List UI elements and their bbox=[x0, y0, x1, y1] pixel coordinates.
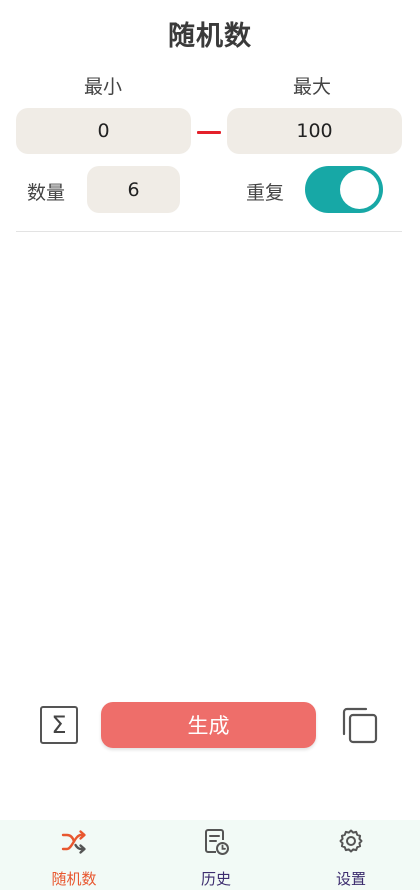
min-input[interactable]: 0 bbox=[16, 108, 191, 154]
toggle-knob bbox=[340, 170, 379, 209]
max-input[interactable]: 100 bbox=[227, 108, 402, 154]
shuffle-icon bbox=[61, 830, 86, 854]
gear-icon bbox=[339, 829, 363, 853]
copy-icon[interactable] bbox=[338, 704, 380, 746]
min-label: 最小 bbox=[84, 76, 123, 98]
results-area bbox=[16, 240, 402, 680]
history-icon bbox=[205, 829, 229, 855]
tab-random-label: 随机数 bbox=[51, 870, 97, 888]
bottom-tab-bar: 随机数 历史 设置 bbox=[0, 820, 420, 890]
repeat-toggle[interactable] bbox=[305, 166, 383, 213]
tab-random[interactable]: 随机数 bbox=[19, 820, 129, 890]
sigma-icon[interactable]: Σ bbox=[40, 706, 78, 744]
tab-settings[interactable]: 设置 bbox=[296, 820, 406, 890]
tab-history-label: 历史 bbox=[200, 870, 231, 888]
count-label: 数量 bbox=[27, 182, 66, 204]
max-label: 最大 bbox=[293, 76, 332, 98]
tab-history[interactable]: 历史 bbox=[161, 820, 271, 890]
tab-settings-label: 设置 bbox=[335, 870, 366, 888]
repeat-label: 重复 bbox=[246, 182, 285, 204]
page-title: 随机数 bbox=[168, 21, 252, 52]
count-input[interactable]: 6 bbox=[87, 166, 180, 213]
range-separator bbox=[197, 131, 221, 134]
divider bbox=[16, 231, 402, 232]
generate-button[interactable]: 生成 bbox=[101, 702, 316, 748]
